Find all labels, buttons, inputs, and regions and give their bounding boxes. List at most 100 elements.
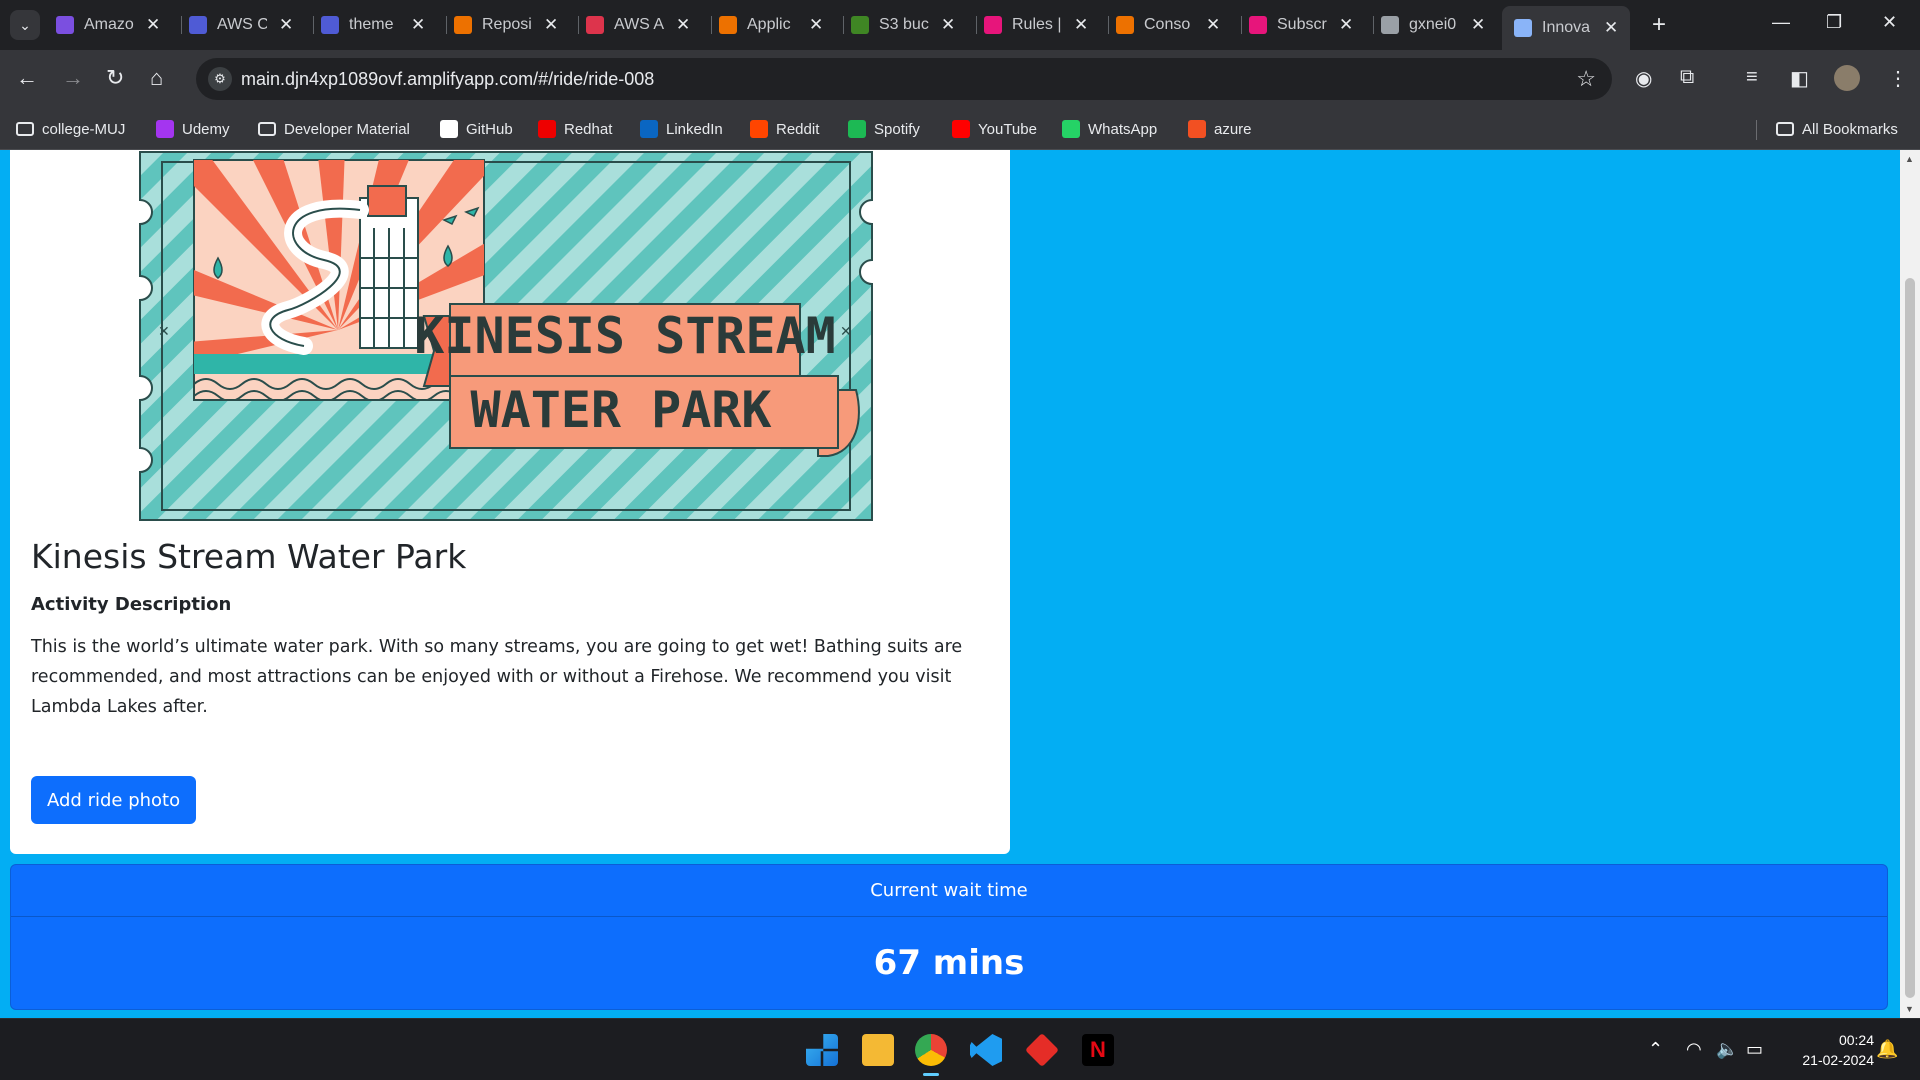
media-control-icon[interactable]: ≡ bbox=[1746, 66, 1758, 89]
menu-kebab-icon[interactable]: ⋮ bbox=[1888, 66, 1908, 91]
bookmark-label: azure bbox=[1214, 120, 1252, 138]
address-bar[interactable]: ⚙ main.djn4xp1089ovf.amplifyapp.com/#/ri… bbox=[196, 58, 1612, 100]
home-icon[interactable]: ⌂ bbox=[150, 65, 163, 91]
tab-close-icon[interactable]: ✕ bbox=[1471, 15, 1485, 35]
extensions-icon[interactable]: ⧉ bbox=[1680, 66, 1694, 89]
bookmark-9[interactable]: WhatsApp bbox=[1062, 117, 1157, 141]
redhat-icon bbox=[538, 120, 556, 138]
bookmark-label: Reddit bbox=[776, 120, 820, 138]
bookmark-4[interactable]: Redhat bbox=[538, 117, 612, 141]
page-scrollbar[interactable]: ▲ ▼ bbox=[1900, 150, 1920, 1018]
active-app-indicator bbox=[923, 1073, 939, 1076]
volume-icon[interactable]: 🔈 bbox=[1716, 1039, 1738, 1060]
site-info-icon[interactable]: ⚙ bbox=[208, 67, 232, 91]
tab-close-icon[interactable]: ✕ bbox=[411, 15, 425, 35]
tab-separator bbox=[976, 16, 977, 34]
profile-extension-icon[interactable]: ◉ bbox=[1635, 66, 1652, 91]
bookmarks-bar: college-MUJ Udemy Developer Material GitHub… bbox=[0, 108, 1920, 150]
side-panel-icon[interactable]: ◧ bbox=[1790, 66, 1809, 91]
scroll-up-icon[interactable]: ▲ bbox=[1905, 154, 1914, 164]
start-icon[interactable] bbox=[806, 1034, 838, 1066]
url-text[interactable]: main.djn4xp1089ovf.amplifyapp.com/#/ride… bbox=[241, 69, 654, 90]
tab-separator bbox=[843, 16, 844, 34]
tab-close-icon[interactable]: ✕ bbox=[1604, 18, 1618, 38]
all-bookmarks-button[interactable]: All Bookmarks bbox=[1776, 117, 1898, 141]
tab-close-icon[interactable]: ✕ bbox=[544, 15, 558, 35]
system-clock[interactable]: 00:24 21-02-2024 bbox=[1774, 1030, 1874, 1070]
tab-title: Innova bbox=[1542, 19, 1591, 36]
tab-title: Reposi bbox=[482, 16, 532, 33]
window-close-icon[interactable]: ✕ bbox=[1882, 12, 1897, 33]
tab-favicon-icon bbox=[719, 16, 737, 34]
tab-close-icon[interactable]: ✕ bbox=[676, 15, 690, 35]
tab-10[interactable]: gxnei0 ✕ bbox=[1381, 10, 1485, 40]
tab-5[interactable]: Applic ✕ bbox=[719, 10, 823, 40]
tab-close-icon[interactable]: ✕ bbox=[809, 15, 823, 35]
bookmark-0[interactable]: college-MUJ bbox=[16, 117, 125, 141]
spotify-icon bbox=[848, 120, 866, 138]
tab-4[interactable]: AWS A ✕ bbox=[586, 10, 690, 40]
forward-icon[interactable]: → bbox=[62, 65, 84, 91]
battery-icon[interactable]: ▭ bbox=[1746, 1039, 1763, 1060]
github-icon bbox=[440, 120, 458, 138]
tab-7[interactable]: Rules | ✕ bbox=[984, 10, 1088, 40]
bookmark-star-icon[interactable]: ☆ bbox=[1576, 66, 1596, 92]
netflix-icon[interactable]: N bbox=[1082, 1034, 1114, 1066]
tab-separator bbox=[711, 16, 712, 34]
youtube-icon bbox=[952, 120, 970, 138]
bookmark-6[interactable]: Reddit bbox=[750, 117, 819, 141]
reddit-icon bbox=[750, 120, 768, 138]
app-red-diamond-icon[interactable] bbox=[1025, 1033, 1059, 1067]
bookmark-2[interactable]: Developer Material bbox=[258, 117, 410, 141]
tab-separator bbox=[1373, 16, 1374, 34]
tab-8[interactable]: Conso ✕ bbox=[1116, 10, 1220, 40]
tab-close-icon[interactable]: ✕ bbox=[1074, 15, 1088, 35]
udemy-icon bbox=[156, 120, 174, 138]
restore-icon[interactable]: ❐ bbox=[1826, 12, 1842, 33]
bookmark-10[interactable]: azure bbox=[1188, 117, 1252, 141]
bookmark-7[interactable]: Spotify bbox=[848, 117, 920, 141]
tab-close-icon[interactable]: ✕ bbox=[279, 15, 293, 35]
tab-1[interactable]: AWS C ✕ bbox=[189, 10, 293, 40]
add-ride-photo-button[interactable]: Add ride photo bbox=[31, 776, 197, 824]
wifi-icon[interactable]: ◠ bbox=[1686, 1039, 1702, 1060]
tab-2[interactable]: theme ✕ bbox=[321, 10, 425, 40]
wait-time-card: Current wait time 67 mins bbox=[10, 864, 1888, 1010]
new-tab-button[interactable]: + bbox=[1652, 11, 1666, 39]
back-icon[interactable]: ← bbox=[16, 65, 38, 91]
description-heading: Activity Description bbox=[31, 594, 232, 615]
tab-favicon-icon bbox=[189, 16, 207, 34]
chrome-icon[interactable] bbox=[915, 1034, 947, 1066]
bookmark-5[interactable]: LinkedIn bbox=[640, 117, 723, 141]
reload-icon[interactable]: ↻ bbox=[106, 65, 124, 91]
tab-11[interactable]: Innova ✕ bbox=[1502, 6, 1631, 50]
minimize-icon[interactable]: — bbox=[1772, 12, 1790, 33]
bookmark-3[interactable]: GitHub bbox=[440, 117, 513, 141]
notification-bell-icon[interactable]: 🔔 bbox=[1876, 1039, 1898, 1060]
scroll-down-icon[interactable]: ▼ bbox=[1905, 1004, 1914, 1014]
file-explorer-icon[interactable] bbox=[862, 1034, 894, 1066]
tab-6[interactable]: S3 buc ✕ bbox=[851, 10, 955, 40]
tab-close-icon[interactable]: ✕ bbox=[1339, 15, 1353, 35]
tab-favicon-icon bbox=[586, 16, 604, 34]
tab-separator bbox=[578, 16, 579, 34]
avatar[interactable] bbox=[1834, 65, 1860, 91]
tab-separator bbox=[446, 16, 447, 34]
tab-search-button[interactable]: ⌄ bbox=[10, 10, 40, 40]
tab-close-icon[interactable]: ✕ bbox=[146, 15, 160, 35]
bookmark-label: YouTube bbox=[978, 120, 1037, 138]
scrollbar-thumb[interactable] bbox=[1905, 278, 1915, 998]
bookmark-label: Redhat bbox=[564, 120, 613, 138]
bookmark-1[interactable]: Udemy bbox=[156, 117, 230, 141]
tray-overflow-icon[interactable]: ⌃ bbox=[1648, 1039, 1663, 1060]
tab-9[interactable]: Subscr ✕ bbox=[1249, 10, 1353, 40]
vscode-icon[interactable] bbox=[970, 1034, 1002, 1066]
tab-close-icon[interactable]: ✕ bbox=[941, 15, 955, 35]
bookmark-8[interactable]: YouTube bbox=[952, 117, 1037, 141]
tab-0[interactable]: Amazon ✕ bbox=[56, 10, 160, 40]
tab-3[interactable]: Reposi ✕ bbox=[454, 10, 558, 40]
bookmark-label: Developer Material bbox=[284, 120, 410, 138]
tab-title: Applic bbox=[747, 16, 791, 33]
bookmark-label: Udemy bbox=[182, 120, 230, 138]
tab-close-icon[interactable]: ✕ bbox=[1206, 15, 1220, 35]
